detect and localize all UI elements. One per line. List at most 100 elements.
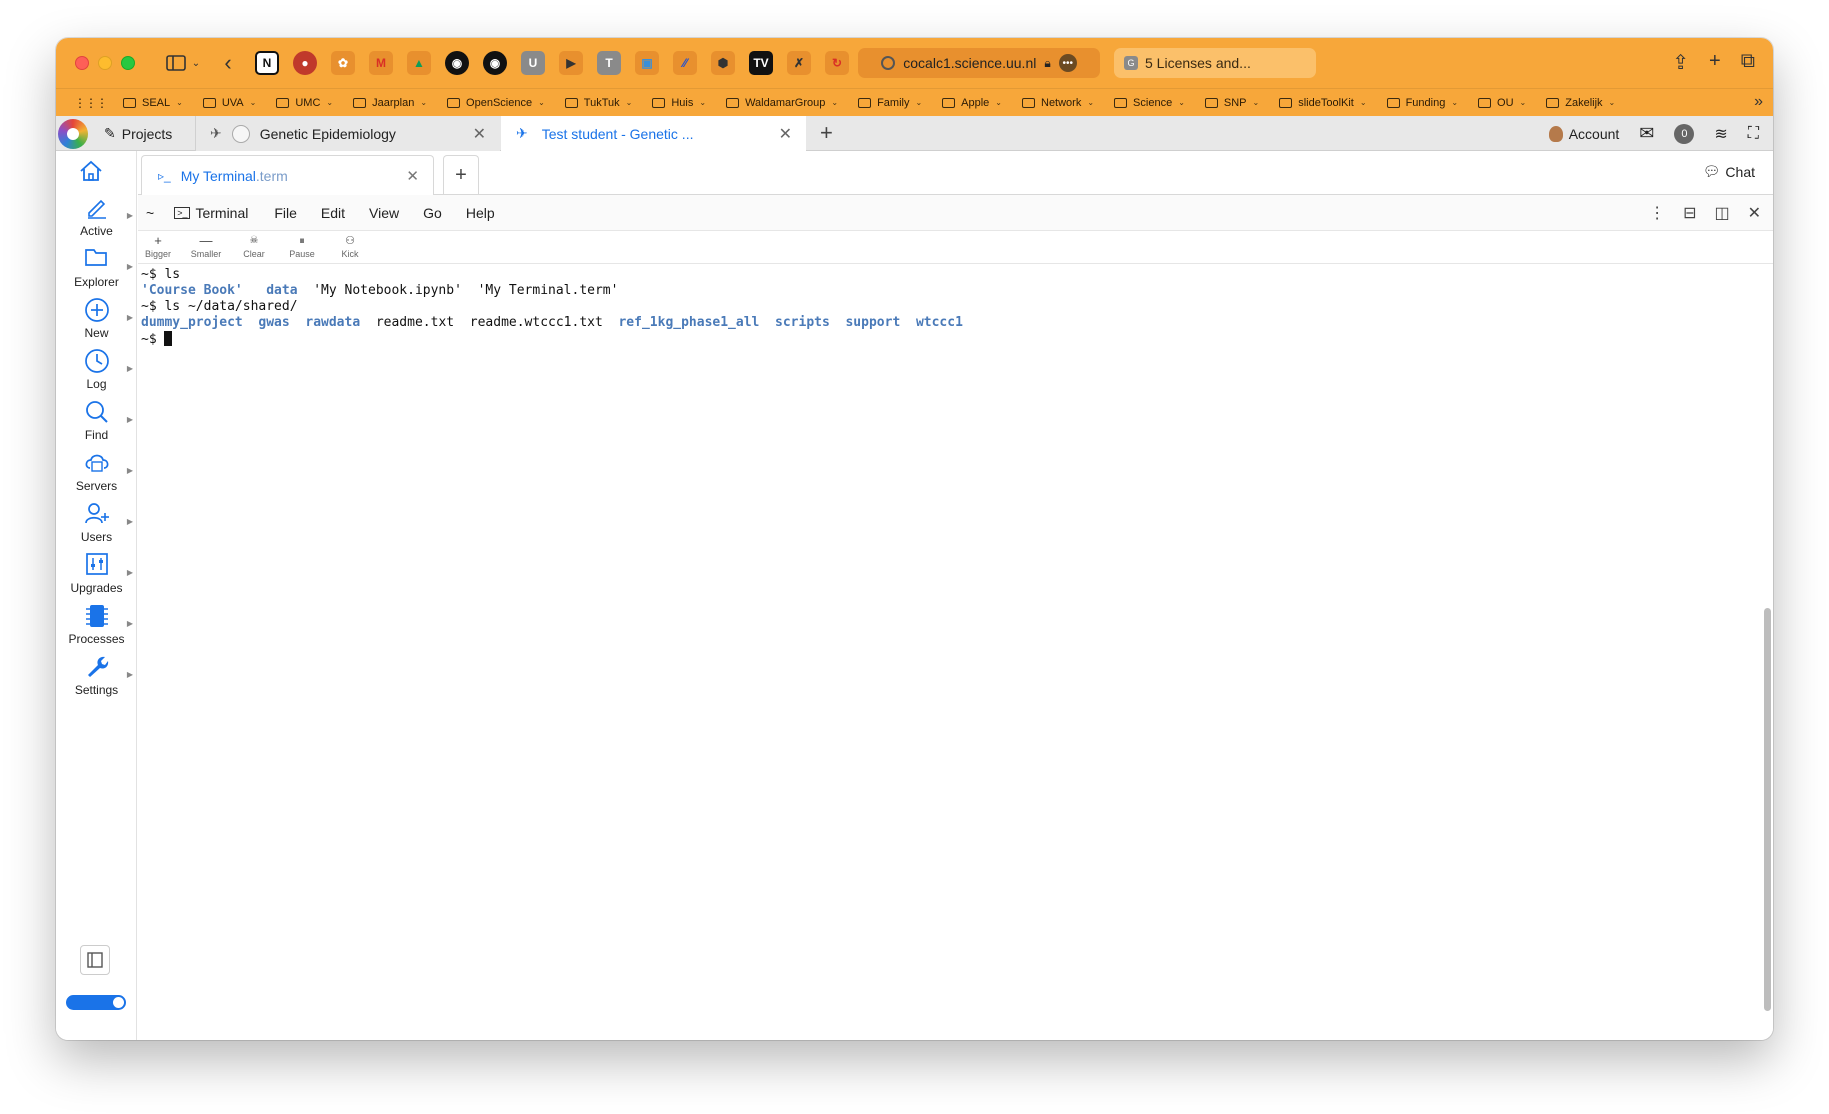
bookmark-folder[interactable]: SEAL ⌄ — [123, 97, 183, 109]
mail-icon[interactable]: ✉ — [1639, 123, 1654, 144]
pause-button[interactable]: ⏸ Pause — [282, 233, 322, 259]
sidebar-item-processes[interactable]: Processes ▶ — [56, 603, 137, 653]
project-tab[interactable]: ✈ Genetic Epidemiology ✕ — [195, 116, 500, 151]
sidebar-item-explorer[interactable]: Explorer ▶ — [56, 246, 137, 296]
minimize-window-button[interactable] — [98, 56, 112, 70]
kick-button[interactable]: ⚇ Kick — [330, 233, 370, 259]
bookmark-favicon[interactable]: ✗ — [787, 51, 811, 75]
bookmark-folder[interactable]: slideToolKit ⌄ — [1279, 97, 1367, 109]
bookmark-folder[interactable]: Zakelijk ⌄ — [1546, 97, 1615, 109]
github-favicon[interactable]: ◉ — [483, 51, 507, 75]
address-bar[interactable]: cocalc1.science.uu.nl 🔒︎ ••• — [858, 48, 1100, 78]
bookmark-favicon[interactable]: ✿ — [331, 51, 355, 75]
terminal-menu[interactable]: >_ Terminal — [174, 205, 248, 221]
split-horizontal-icon[interactable]: ⊟ — [1683, 203, 1696, 223]
sidebar-item-servers[interactable]: Servers ▶ — [56, 450, 137, 500]
clear-button[interactable]: ☠ Clear — [234, 233, 274, 259]
fullscreen-icon[interactable]: ⛶ — [1748, 125, 1759, 143]
chevron-down-icon[interactable]: ⌄ — [189, 50, 203, 76]
bookmark-folder[interactable]: Huis ⌄ — [652, 97, 706, 109]
caret-right-icon[interactable]: ▶ — [127, 517, 133, 526]
sidebar-item-users[interactable]: Users ▶ — [56, 501, 137, 551]
split-vertical-icon[interactable]: ◫ — [1714, 203, 1729, 223]
caret-right-icon[interactable]: ▶ — [127, 466, 133, 475]
bookmark-favicon[interactable]: ● — [293, 51, 317, 75]
bookmark-favicon[interactable]: ⁄⁄ — [673, 51, 697, 75]
bookmark-favicon[interactable]: ⬢ — [711, 51, 735, 75]
sidebar-item-upgrades[interactable]: Upgrades ▶ — [56, 552, 137, 602]
menu-file[interactable]: File — [274, 205, 297, 221]
smaller-button[interactable]: — Smaller — [186, 233, 226, 259]
layout-toggle-button[interactable] — [80, 945, 110, 975]
more-bookmarks-icon[interactable]: » — [1754, 93, 1763, 111]
bookmark-folder[interactable]: OU ⌄ — [1478, 97, 1526, 109]
chat-button[interactable]: 💬︎ Chat — [1703, 163, 1755, 180]
menu-edit[interactable]: Edit — [321, 205, 345, 221]
bookmark-favicon[interactable]: T — [597, 51, 621, 75]
bookmark-folder[interactable]: Network ⌄ — [1022, 97, 1094, 109]
home-dir-button[interactable]: ~ — [146, 205, 154, 221]
bookmark-folder[interactable]: Family ⌄ — [858, 97, 922, 109]
bookmark-folder[interactable]: WaldamarGroup ⌄ — [726, 97, 838, 109]
menu-help[interactable]: Help — [466, 205, 495, 221]
menu-view[interactable]: View — [369, 205, 399, 221]
close-icon[interactable]: ✕ — [1748, 203, 1761, 223]
account-button[interactable]: Account — [1548, 125, 1619, 142]
tab-overview-icon[interactable]: ⧉ — [1741, 50, 1755, 75]
drive-favicon[interactable]: ▲ — [407, 51, 431, 75]
sidebar-item-new[interactable]: New ▶ — [56, 297, 137, 347]
browser-tab[interactable]: G 5 Licenses and... — [1114, 48, 1316, 78]
bookmark-folder[interactable]: UMC ⌄ — [276, 97, 333, 109]
share-icon[interactable]: ⇪ — [1672, 50, 1689, 75]
notification-badge[interactable]: 0 — [1674, 123, 1695, 144]
close-window-button[interactable] — [75, 56, 89, 70]
more-icon[interactable]: ••• — [1058, 54, 1077, 72]
caret-right-icon[interactable]: ▶ — [127, 211, 133, 220]
bookmark-folder[interactable]: Science ⌄ — [1114, 97, 1185, 109]
bookmark-favicon[interactable]: ▣ — [635, 51, 659, 75]
sidebar-item-settings[interactable]: Settings ▶ — [56, 654, 137, 704]
bookmark-folder[interactable]: TukTuk ⌄ — [564, 97, 632, 109]
bigger-button[interactable]: + Bigger — [138, 233, 178, 259]
bookmark-favicon[interactable]: TV — [749, 51, 773, 75]
close-icon[interactable]: ✕ — [473, 124, 486, 144]
terminal-output[interactable]: ~$ ls 'Course Book' data 'My Notebook.ip… — [138, 264, 1773, 1040]
new-tab-icon[interactable]: + — [1709, 50, 1721, 75]
caret-right-icon[interactable]: ▶ — [127, 262, 133, 271]
caret-right-icon[interactable]: ▶ — [127, 364, 133, 373]
zoom-window-button[interactable] — [121, 56, 135, 70]
more-vertical-icon[interactable]: ⋮ — [1649, 203, 1665, 223]
bookmark-folder[interactable]: UVA ⌄ — [202, 97, 256, 109]
projects-button[interactable]: ✎ Projects — [104, 116, 172, 151]
sidebar-toggle-icon[interactable] — [163, 50, 189, 76]
bookmark-folder[interactable]: Jaarplan ⌄ — [353, 97, 427, 109]
notion-favicon[interactable]: N — [255, 51, 279, 75]
bookmark-favicon[interactable]: ▶ — [559, 51, 583, 75]
new-project-tab-button[interactable]: + — [820, 120, 833, 146]
caret-right-icon[interactable]: ▶ — [127, 313, 133, 322]
gmail-favicon[interactable]: M — [369, 51, 393, 75]
caret-right-icon[interactable]: ▶ — [127, 415, 133, 424]
bookmark-folder[interactable]: Funding ⌄ — [1386, 97, 1458, 109]
back-icon[interactable]: ‹ — [215, 50, 241, 76]
bookmark-favicon[interactable]: ↻ — [825, 51, 849, 75]
wifi-icon[interactable]: ≋ — [1714, 124, 1727, 144]
bookmark-folder[interactable]: OpenScience ⌄ — [447, 97, 545, 109]
caret-right-icon[interactable]: ▶ — [127, 670, 133, 679]
caret-right-icon[interactable]: ▶ — [127, 619, 133, 628]
caret-right-icon[interactable]: ▶ — [127, 568, 133, 577]
sidebar-item-log[interactable]: Log ▶ — [56, 348, 137, 398]
cocalc-logo[interactable] — [58, 119, 88, 149]
apps-grid-icon[interactable]: ⋮⋮⋮ — [74, 96, 108, 110]
terminal-scrollbar[interactable] — [1764, 608, 1771, 1011]
sidebar-item-find[interactable]: Find ▶ — [56, 399, 137, 449]
github-favicon[interactable]: ◉ — [445, 51, 469, 75]
sidebar-item-active[interactable]: Active ▶ — [56, 195, 137, 245]
close-icon[interactable]: ✕ — [779, 124, 792, 144]
home-icon[interactable] — [78, 159, 104, 188]
close-icon[interactable]: ✕ — [406, 167, 419, 185]
project-tab-active[interactable]: ✈ Test student - Genetic ... ✕ — [501, 116, 806, 151]
sidebar-toggle-switch[interactable] — [66, 995, 126, 1010]
menu-go[interactable]: Go — [423, 205, 442, 221]
new-file-tab-button[interactable]: + — [443, 155, 479, 195]
